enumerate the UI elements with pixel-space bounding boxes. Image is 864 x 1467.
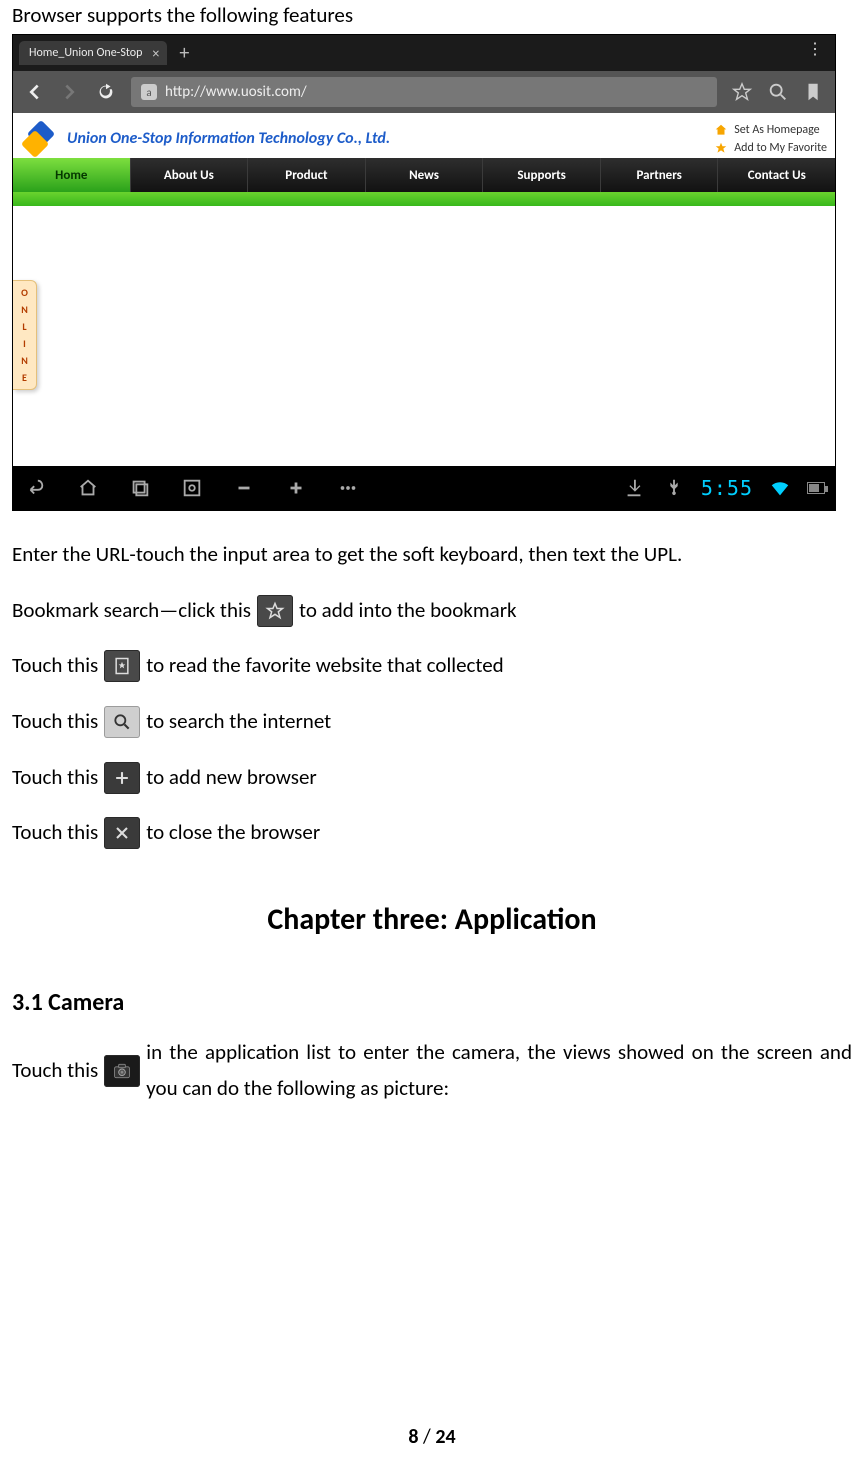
nav-voldown-icon[interactable] — [231, 475, 257, 501]
document-page: Browser supports the following features … — [0, 0, 864, 1467]
kebab-menu-icon[interactable]: ⋮ — [807, 39, 825, 59]
site-header: Union One-Stop Information Technology Co… — [13, 113, 835, 158]
set-homepage-link[interactable]: Set As Homepage — [714, 121, 827, 139]
search-icon — [104, 706, 140, 738]
browser-tab-strip: Home_Union One-Stop × + ⋮ — [13, 35, 835, 71]
nav-home-icon[interactable] — [75, 475, 101, 501]
status-download-icon — [621, 475, 647, 501]
para-close: Touch this to close the browser — [12, 815, 852, 851]
site-logo-icon — [21, 120, 59, 158]
nav-recents-icon[interactable] — [127, 475, 153, 501]
camera-icon — [104, 1055, 140, 1087]
chapter-title: Chapter three: Application — [12, 901, 852, 938]
browser-toolbar: a http://www.uosit.com/ — [13, 71, 835, 113]
para-favorite: Touch this to read the favorite website … — [12, 648, 852, 684]
url-text: http://www.uosit.com/ — [165, 83, 307, 101]
para-camera: Touch this in the application list to en… — [12, 1035, 852, 1106]
android-system-bar: 5:55 — [13, 466, 835, 510]
site-head-links: Set As Homepage Add to My Favorite — [714, 121, 827, 157]
intro-line: Browser supports the following features — [12, 2, 852, 28]
nav-item-supports[interactable]: Supports — [483, 158, 601, 192]
url-input[interactable]: a http://www.uosit.com/ — [131, 77, 717, 107]
search-icon[interactable] — [767, 81, 789, 103]
add-favorite-link[interactable]: Add to My Favorite — [714, 139, 827, 157]
status-usb-icon — [661, 475, 687, 501]
para-enter-url: Enter the URL-touch the input area to ge… — [12, 537, 852, 573]
back-icon[interactable] — [23, 81, 45, 103]
nav-volup-icon[interactable] — [283, 475, 309, 501]
star-outline-icon — [257, 595, 293, 627]
bookmark-star-icon — [104, 650, 140, 682]
new-tab-icon[interactable]: + — [179, 43, 189, 63]
page-total: 24 — [435, 1425, 455, 1449]
close-icon[interactable]: × — [152, 45, 159, 62]
online-side-tab[interactable]: O N L I N E — [13, 280, 37, 390]
browser-tab-active[interactable]: Home_Union One-Stop × — [19, 41, 167, 65]
tab-title: Home_Union One-Stop — [29, 46, 142, 60]
nav-extra-icon[interactable] — [335, 475, 361, 501]
site-brand-name: Union One-Stop Information Technology Co… — [67, 129, 390, 148]
reload-icon[interactable] — [95, 81, 117, 103]
star-icon — [714, 141, 728, 155]
browser-screenshot: Home_Union One-Stop × + ⋮ a http:/ — [12, 34, 836, 511]
nav-item-partners[interactable]: Partners — [601, 158, 719, 192]
home-icon — [714, 123, 728, 137]
status-wifi-icon — [767, 475, 793, 501]
para-search: Touch this to search the internet — [12, 704, 852, 740]
para-add: Touch this to add new browser — [12, 760, 852, 796]
site-brand[interactable]: Union One-Stop Information Technology Co… — [21, 120, 390, 158]
nav-item-news[interactable]: News — [366, 158, 484, 192]
site-body: O N L I N E — [13, 206, 835, 466]
status-clock: 5:55 — [701, 476, 753, 500]
bookmarks-icon[interactable] — [803, 81, 825, 103]
nav-item-about[interactable]: About Us — [131, 158, 249, 192]
page-footer: 8 / 24 — [0, 1425, 864, 1449]
site-nav: Home About Us Product News Supports Part… — [13, 158, 835, 192]
star-outline-icon[interactable] — [731, 81, 753, 103]
para-bookmark: Bookmark search—click this to add into t… — [12, 593, 852, 629]
nav-item-product[interactable]: Product — [248, 158, 366, 192]
nav-item-home[interactable]: Home — [13, 158, 131, 192]
section-3-1-title: 3.1 Camera — [12, 988, 852, 1017]
nav-item-contact[interactable]: Contact Us — [718, 158, 835, 192]
status-battery-icon — [807, 482, 825, 494]
page-current: 8 — [408, 1425, 418, 1449]
nav-screenshot-icon[interactable] — [179, 475, 205, 501]
site-badge-icon: a — [141, 84, 157, 100]
forward-icon[interactable] — [59, 81, 81, 103]
nav-back-icon[interactable] — [23, 475, 49, 501]
nav-underline — [13, 192, 835, 206]
close-icon — [104, 817, 140, 849]
plus-icon — [104, 762, 140, 794]
